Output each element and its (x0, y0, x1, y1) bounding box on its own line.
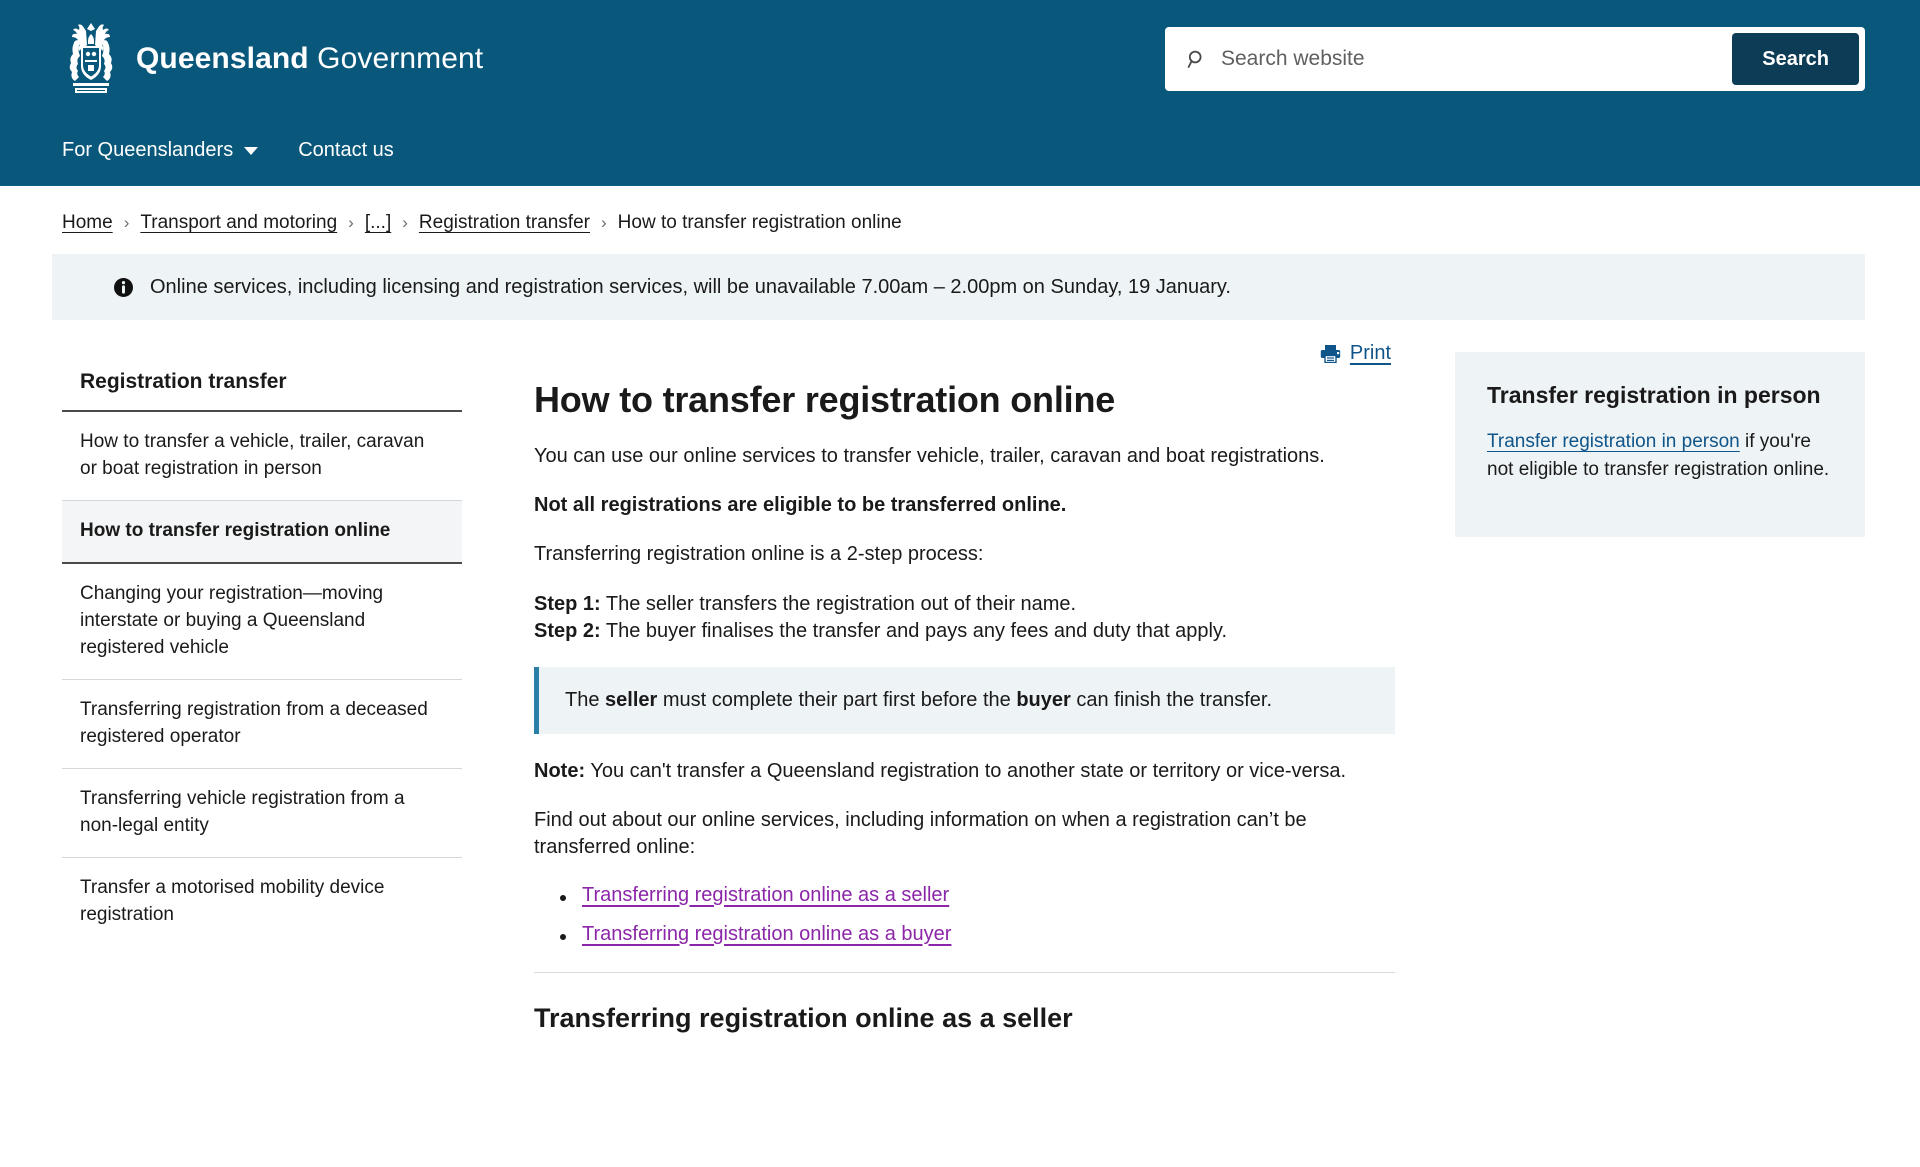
sidebar-item-transfer-in-person[interactable]: How to transfer a vehicle, trailer, cara… (62, 412, 462, 501)
step-1-label: Step 1: (534, 592, 601, 615)
callout-bold-seller: seller (605, 688, 658, 711)
step-2-text: The buyer finalises the transfer and pay… (605, 619, 1228, 642)
print-row: Print (534, 342, 1395, 365)
breadcrumb-separator-icon: › (348, 213, 354, 232)
page-title: How to transfer registration online (534, 379, 1116, 420)
process-intro: Transferring registration online is a 2-… (534, 543, 984, 566)
sidebar-item-deceased-operator[interactable]: Transferring registration from a decease… (62, 680, 462, 769)
callout-middle: must complete their part first before th… (657, 688, 1017, 711)
search-button[interactable]: Search (1732, 33, 1859, 85)
breadcrumb-item-home[interactable]: Home (62, 212, 113, 234)
breadcrumb: Home › Transport and motoring › [...] › … (0, 186, 1920, 242)
note-label: Note: (534, 759, 586, 782)
print-label: Print (1349, 342, 1391, 364)
print-button[interactable]: Print (1320, 342, 1391, 365)
nav-item-contact-us[interactable]: Contact us (298, 139, 394, 164)
seller-buyer-callout: The seller must complete their part firs… (534, 666, 1395, 734)
nav-item-label: Contact us (298, 139, 394, 161)
search-field (1165, 27, 1733, 91)
breadcrumb-item-transport-and-motoring[interactable]: Transport and motoring (140, 212, 337, 234)
site-header: Queensland Government Search (0, 0, 1920, 118)
site-logo[interactable]: Queensland Government (62, 20, 483, 98)
callout-bold-buyer: buyer (1016, 688, 1071, 711)
service-alert-text: Online services, including licensing and… (150, 275, 1231, 298)
search-icon (1187, 50, 1202, 68)
info-icon (114, 277, 133, 297)
site-search: Search (1165, 27, 1865, 91)
eligibility-note: Not all registrations are eligible to be… (534, 494, 1067, 517)
nav-item-label: For Queenslanders (62, 139, 234, 161)
transfer-in-person-box: Transfer registration in person Transfer… (1455, 352, 1865, 537)
findout-paragraph: Find out about our online services, incl… (534, 809, 1307, 859)
brand-wordmark: Queensland Government (136, 42, 483, 76)
section-heading-seller: Transferring registration online as a se… (534, 1002, 1073, 1033)
primary-navigation: For Queenslanders Contact us (0, 118, 1920, 186)
breadcrumb-separator-icon: › (402, 213, 408, 232)
section-nav-title: Registration transfer (62, 342, 462, 412)
callout-prefix: The (565, 688, 606, 711)
aside-body: Transfer registration in person if you'r… (1487, 428, 1833, 484)
breadcrumb-item-registration-transfer[interactable]: Registration transfer (419, 212, 590, 234)
link-transfer-online-seller[interactable]: Transferring registration online as a se… (582, 884, 949, 906)
callout-suffix: can finish the transfer. (1070, 688, 1273, 711)
sidebar-item-non-legal-entity[interactable]: Transferring vehicle registration from a… (62, 769, 462, 858)
list-item: Transferring registration online as a se… (560, 884, 1395, 907)
link-transfer-online-buyer[interactable]: Transferring registration online as a bu… (582, 923, 951, 945)
brand-queensland: Queensland (136, 42, 309, 75)
section-navigation: Registration transfer How to transfer a … (52, 342, 472, 1034)
service-alert-banner: Online services, including licensing and… (52, 254, 1865, 320)
search-input[interactable] (1219, 46, 1733, 72)
breadcrumb-separator-icon: › (600, 213, 607, 232)
page-body: Registration transfer How to transfer a … (0, 342, 1920, 1034)
breadcrumb-item-current: How to transfer registration online (617, 212, 902, 233)
breadcrumb-item-ellipsis[interactable]: [...] (365, 212, 391, 234)
list-item: Transferring registration online as a bu… (560, 923, 1395, 946)
sidebar-item-changing-registration[interactable]: Changing your registration—moving inters… (62, 564, 462, 680)
link-transfer-registration-in-person[interactable]: Transfer registration in person (1487, 431, 1740, 452)
step-1-text: The seller transfers the registration ou… (605, 592, 1077, 615)
sidebar-item-mobility-device[interactable]: Transfer a motorised mobility device reg… (62, 858, 462, 946)
steps-paragraph: Step 1: The seller transfers the registr… (534, 591, 1395, 645)
queensland-coat-of-arms-icon (69, 23, 113, 93)
step-2-label: Step 2: (534, 619, 601, 642)
printer-icon (1320, 345, 1341, 363)
nav-item-for-queenslanders[interactable]: For Queenslanders (62, 139, 259, 164)
brand-government: Government (317, 42, 484, 75)
main-content: Print How to transfer registration onlin… (472, 342, 1455, 1034)
chevron-down-icon (244, 146, 259, 155)
breadcrumb-separator-icon: › (123, 213, 130, 232)
aside-title: Transfer registration in person (1487, 382, 1821, 408)
intro-paragraph: You can use our online services to trans… (534, 445, 1325, 467)
sidebar-item-transfer-online[interactable]: How to transfer registration online (62, 500, 462, 564)
content-divider (534, 971, 1395, 973)
note-paragraph: Note: You can't transfer a Queensland re… (534, 758, 1395, 785)
online-services-link-list: Transferring registration online as a se… (534, 884, 1395, 946)
related-links-sidebar: Transfer registration in person Transfer… (1455, 342, 1865, 1034)
note-text: You can't transfer a Queensland registra… (590, 759, 1346, 782)
